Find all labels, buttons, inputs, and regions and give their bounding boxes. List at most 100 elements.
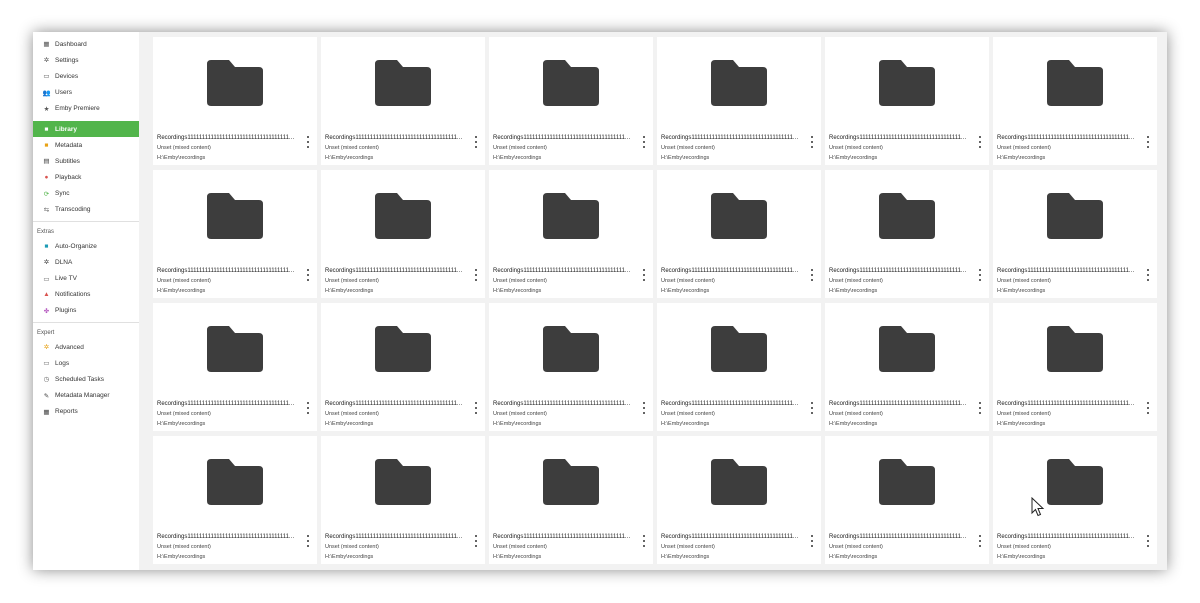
library-folder-card[interactable]: Recordings111111111111111111111111111111… <box>825 436 989 564</box>
library-folder-card[interactable]: Recordings111111111111111111111111111111… <box>321 37 485 165</box>
sidebar-item-reports[interactable]: ▦ Reports <box>33 404 139 420</box>
library-folder-card[interactable]: Recordings111111111111111111111111111111… <box>993 303 1157 431</box>
sidebar-item-devices[interactable]: ▭ Devices <box>33 68 139 84</box>
folder-name[interactable]: Recordings111111111111111111111111111111… <box>157 133 295 143</box>
library-folder-card[interactable]: Recordings111111111111111111111111111111… <box>657 170 821 298</box>
folder-thumbnail[interactable] <box>489 303 653 395</box>
library-folder-card[interactable]: Recordings111111111111111111111111111111… <box>489 170 653 298</box>
sidebar-item-dashboard[interactable]: ▦ Dashboard <box>33 36 139 52</box>
library-folder-card[interactable]: Recordings111111111111111111111111111111… <box>153 37 317 165</box>
more-options-button[interactable] <box>1145 269 1151 281</box>
library-folder-card[interactable]: Recordings111111111111111111111111111111… <box>825 303 989 431</box>
library-folder-card[interactable]: Recordings111111111111111111111111111111… <box>993 170 1157 298</box>
folder-thumbnail[interactable] <box>153 436 317 528</box>
library-folder-card[interactable]: Recordings111111111111111111111111111111… <box>153 303 317 431</box>
library-folder-card[interactable]: Recordings111111111111111111111111111111… <box>657 436 821 564</box>
more-options-button[interactable] <box>473 402 479 414</box>
folder-thumbnail[interactable] <box>153 170 317 262</box>
sidebar-item-dlna[interactable]: ✲ DLNA <box>33 254 139 270</box>
more-options-button[interactable] <box>473 269 479 281</box>
folder-thumbnail[interactable] <box>993 436 1157 528</box>
sidebar-item-emby-premiere[interactable]: ★ Emby Premiere <box>33 101 139 117</box>
folder-name[interactable]: Recordings111111111111111111111111111111… <box>661 133 799 143</box>
folder-name[interactable]: Recordings111111111111111111111111111111… <box>157 532 295 542</box>
sidebar-item-metadata-manager[interactable]: ✎ Metadata Manager <box>33 388 139 404</box>
sidebar-item-auto-organize[interactable]: ■ Auto-Organize <box>33 238 139 254</box>
folder-name[interactable]: Recordings111111111111111111111111111111… <box>997 133 1135 143</box>
folder-thumbnail[interactable] <box>825 303 989 395</box>
more-options-button[interactable] <box>305 269 311 281</box>
folder-thumbnail[interactable] <box>321 436 485 528</box>
sidebar-item-subtitles[interactable]: ▤ Subtitles <box>33 153 139 169</box>
library-folder-card[interactable]: Recordings111111111111111111111111111111… <box>489 37 653 165</box>
folder-name[interactable]: Recordings111111111111111111111111111111… <box>661 266 799 276</box>
sidebar-item-library[interactable]: ■ Library <box>33 120 139 138</box>
more-options-button[interactable] <box>473 535 479 547</box>
sidebar-item-sync[interactable]: ⟳ Sync <box>33 186 139 202</box>
sidebar-item-notifications[interactable]: ▲ Notifications <box>33 287 139 303</box>
more-options-button[interactable] <box>473 136 479 148</box>
folder-name[interactable]: Recordings111111111111111111111111111111… <box>325 532 463 542</box>
library-folder-card[interactable]: Recordings111111111111111111111111111111… <box>825 37 989 165</box>
folder-name[interactable]: Recordings111111111111111111111111111111… <box>829 399 967 409</box>
more-options-button[interactable] <box>809 535 815 547</box>
folder-thumbnail[interactable] <box>993 170 1157 262</box>
folder-name[interactable]: Recordings111111111111111111111111111111… <box>493 399 631 409</box>
folder-name[interactable]: Recordings111111111111111111111111111111… <box>829 266 967 276</box>
folder-thumbnail[interactable] <box>489 37 653 129</box>
more-options-button[interactable] <box>809 136 815 148</box>
library-folder-card[interactable]: Recordings111111111111111111111111111111… <box>321 170 485 298</box>
folder-thumbnail[interactable] <box>993 37 1157 129</box>
folder-thumbnail[interactable] <box>321 170 485 262</box>
sidebar-item-live-tv[interactable]: ▭ Live TV <box>33 270 139 286</box>
folder-thumbnail[interactable] <box>993 303 1157 395</box>
sidebar-item-metadata[interactable]: ■ Metadata <box>33 137 139 153</box>
folder-name[interactable]: Recordings111111111111111111111111111111… <box>829 532 967 542</box>
more-options-button[interactable] <box>977 535 983 547</box>
sidebar-item-advanced[interactable]: ✲ Advanced <box>33 339 139 355</box>
library-folder-card[interactable]: Recordings111111111111111111111111111111… <box>489 436 653 564</box>
folder-name[interactable]: Recordings111111111111111111111111111111… <box>325 399 463 409</box>
more-options-button[interactable] <box>305 136 311 148</box>
folder-name[interactable]: Recordings111111111111111111111111111111… <box>325 133 463 143</box>
folder-name[interactable]: Recordings111111111111111111111111111111… <box>157 266 295 276</box>
folder-thumbnail[interactable] <box>825 37 989 129</box>
more-options-button[interactable] <box>641 535 647 547</box>
folder-name[interactable]: Recordings111111111111111111111111111111… <box>493 133 631 143</box>
sidebar-item-scheduled-tasks[interactable]: ◷ Scheduled Tasks <box>33 371 139 387</box>
more-options-button[interactable] <box>305 535 311 547</box>
folder-thumbnail[interactable] <box>657 436 821 528</box>
library-folder-card[interactable]: Recordings111111111111111111111111111111… <box>321 436 485 564</box>
folder-name[interactable]: Recordings111111111111111111111111111111… <box>997 532 1135 542</box>
folder-name[interactable]: Recordings111111111111111111111111111111… <box>325 266 463 276</box>
library-folder-card[interactable]: Recordings111111111111111111111111111111… <box>993 37 1157 165</box>
library-folder-card[interactable]: Recordings111111111111111111111111111111… <box>321 303 485 431</box>
folder-thumbnail[interactable] <box>153 37 317 129</box>
more-options-button[interactable] <box>1145 136 1151 148</box>
library-folder-card[interactable]: Recordings111111111111111111111111111111… <box>153 170 317 298</box>
folder-thumbnail[interactable] <box>657 303 821 395</box>
folder-thumbnail[interactable] <box>825 436 989 528</box>
folder-name[interactable]: Recordings111111111111111111111111111111… <box>997 266 1135 276</box>
library-folder-card[interactable]: Recordings111111111111111111111111111111… <box>993 436 1157 564</box>
library-folder-card[interactable]: Recordings111111111111111111111111111111… <box>657 303 821 431</box>
folder-name[interactable]: Recordings111111111111111111111111111111… <box>493 266 631 276</box>
folder-thumbnail[interactable] <box>321 37 485 129</box>
folder-name[interactable]: Recordings111111111111111111111111111111… <box>157 399 295 409</box>
library-folder-card[interactable]: Recordings111111111111111111111111111111… <box>489 303 653 431</box>
folder-name[interactable]: Recordings111111111111111111111111111111… <box>493 532 631 542</box>
more-options-button[interactable] <box>305 402 311 414</box>
more-options-button[interactable] <box>977 269 983 281</box>
more-options-button[interactable] <box>809 402 815 414</box>
folder-thumbnail[interactable] <box>489 170 653 262</box>
more-options-button[interactable] <box>809 269 815 281</box>
folder-name[interactable]: Recordings111111111111111111111111111111… <box>661 399 799 409</box>
more-options-button[interactable] <box>641 136 647 148</box>
sidebar-item-settings[interactable]: ✲ Settings <box>33 52 139 68</box>
library-folder-card[interactable]: Recordings111111111111111111111111111111… <box>153 436 317 564</box>
folder-thumbnail[interactable] <box>657 170 821 262</box>
more-options-button[interactable] <box>977 136 983 148</box>
folder-thumbnail[interactable] <box>321 303 485 395</box>
library-folder-card[interactable]: Recordings111111111111111111111111111111… <box>657 37 821 165</box>
folder-name[interactable]: Recordings111111111111111111111111111111… <box>661 532 799 542</box>
